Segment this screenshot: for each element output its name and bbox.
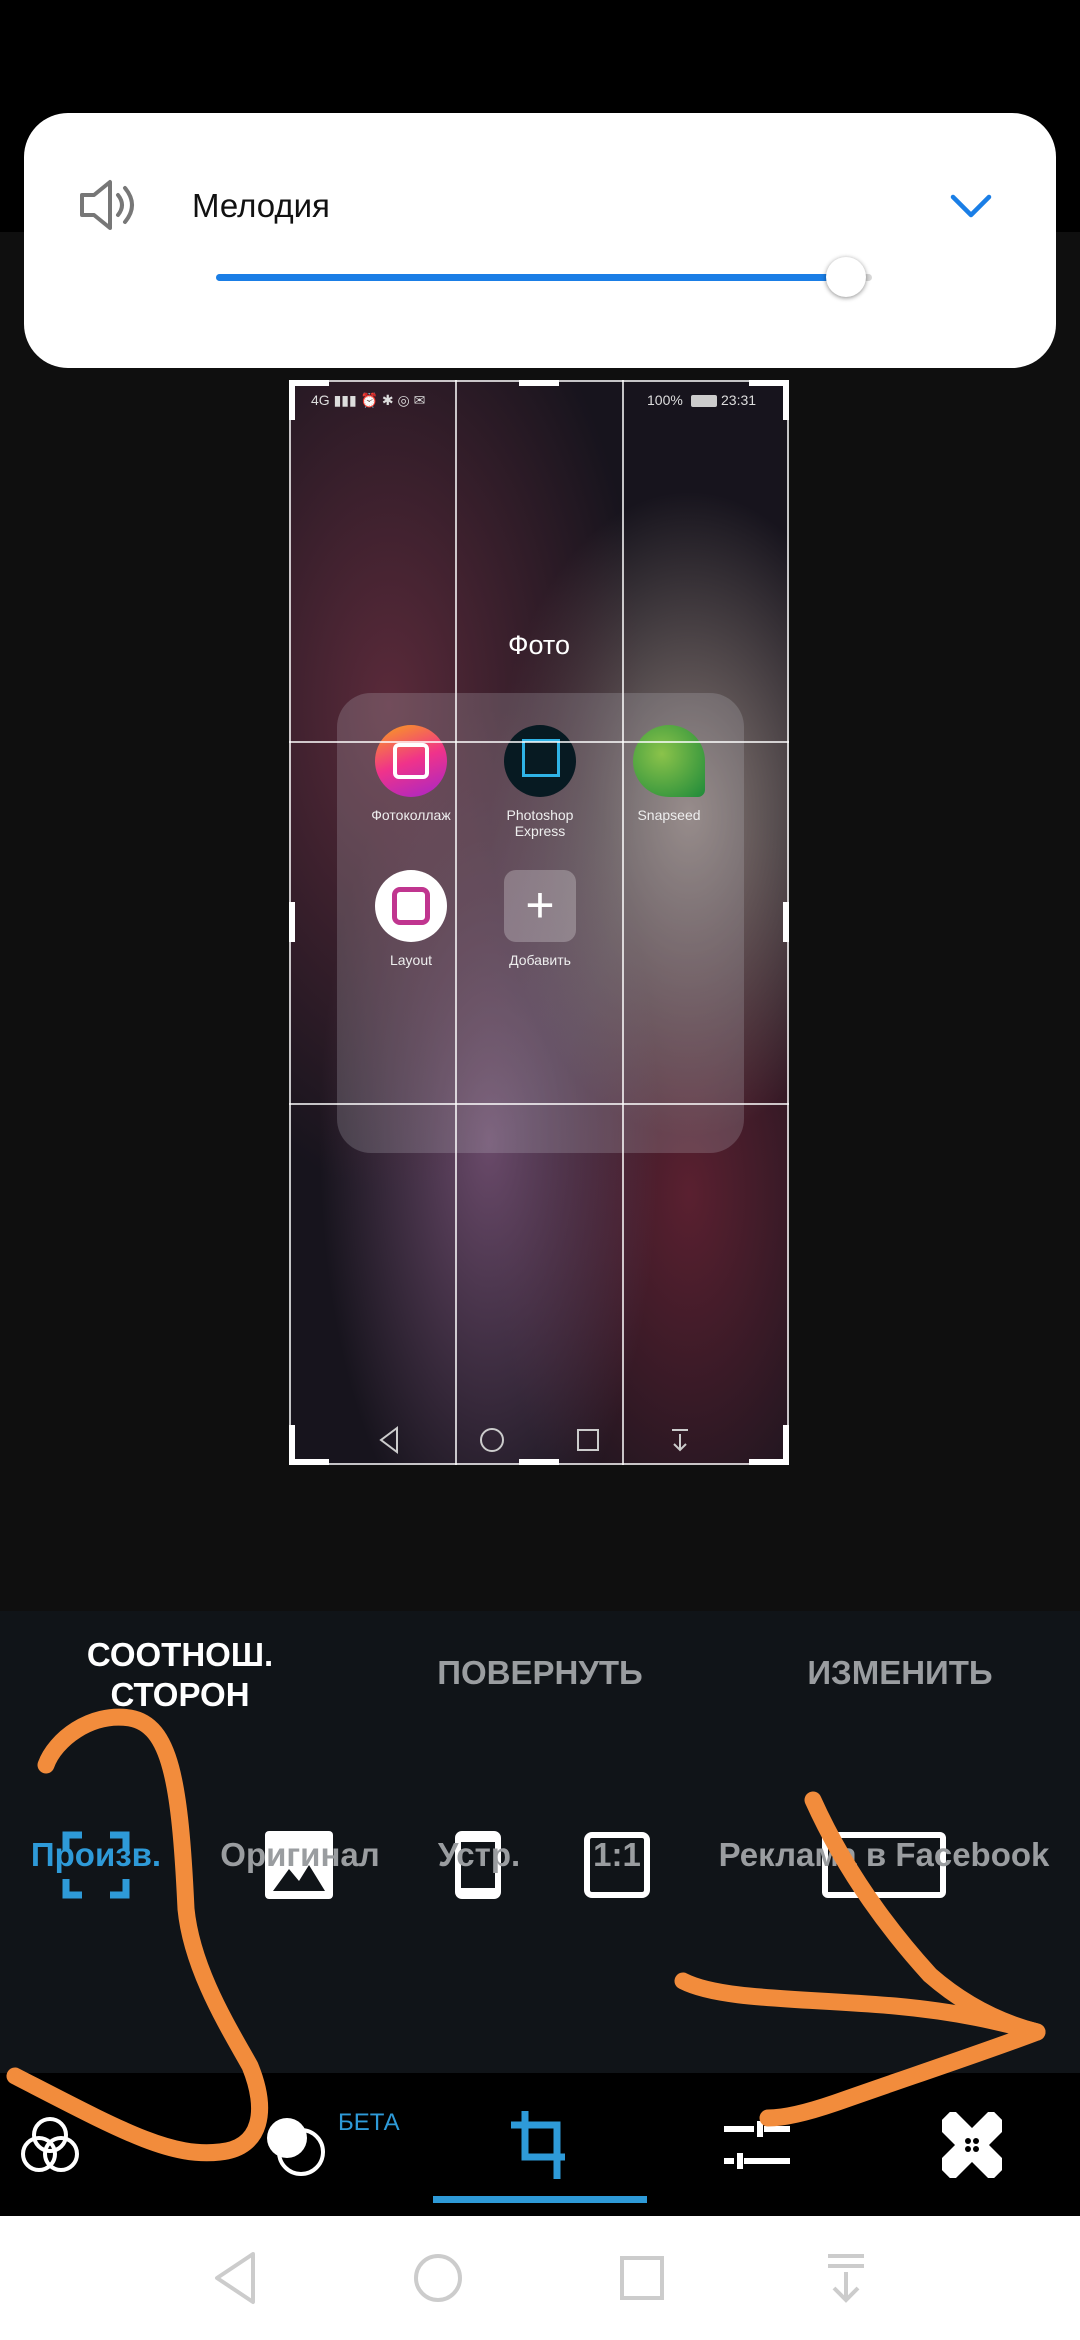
crop-handle-bottom[interactable] — [519, 1459, 559, 1465]
active-tool-indicator — [433, 2196, 647, 2203]
preview-nav-icons — [379, 1426, 688, 1454]
collage-icon — [375, 725, 447, 797]
adjust-icon[interactable] — [722, 2117, 792, 2173]
speaker-icon[interactable] — [76, 173, 140, 237]
tab-aspect-ratio[interactable]: СООТНОШ. СТОРОН — [60, 1635, 300, 1715]
volume-title: Мелодия — [192, 187, 330, 224]
crop-handle-left[interactable] — [289, 902, 295, 942]
option-square[interactable]: 1:1 — [593, 1836, 641, 1874]
back-icon[interactable] — [213, 2250, 257, 2306]
heal-icon[interactable] — [942, 2112, 1002, 2178]
app-label: Photoshop Express — [506, 807, 574, 839]
home-icon[interactable] — [412, 2252, 464, 2304]
clock-text: 23:31 — [721, 392, 757, 408]
crop-handle-top-left[interactable] — [289, 380, 329, 386]
folder-name: Фото — [507, 630, 571, 660]
volume-slider-fill — [216, 274, 846, 281]
option-device[interactable]: Устр. — [438, 1836, 520, 1874]
option-original[interactable]: Оригинал — [220, 1836, 379, 1874]
crop-handle-bottom-right[interactable] — [783, 1425, 789, 1465]
photoshop-icon — [504, 725, 576, 797]
volume-panel: Мелодия — [24, 113, 1056, 368]
editor-toolbar: БЕТА — [0, 2073, 1080, 2216]
tab-resize[interactable]: ИЗМЕНИТЬ — [770, 1653, 1030, 1693]
grid-line — [455, 380, 457, 1465]
option-facebook-ad[interactable]: Реклама в Facebook — [719, 1836, 1050, 1874]
app-label: Фотоколлаж — [371, 807, 451, 823]
layout-icon — [375, 870, 447, 942]
recents-icon[interactable] — [619, 2255, 665, 2301]
plus-icon: + — [504, 870, 576, 942]
crop-handle-bottom-left[interactable] — [289, 1425, 295, 1465]
battery-icon — [691, 395, 717, 407]
volume-slider[interactable] — [216, 257, 872, 297]
crop-options-panel: СООТНОШ. СТОРОН ПОВЕРНУТЬ ИЗМЕНИТЬ Произ… — [0, 1611, 1080, 2073]
crop-handle-top[interactable] — [519, 380, 559, 386]
app-label: Layout — [389, 952, 433, 968]
option-freeform[interactable]: Произв. — [31, 1836, 161, 1874]
tab-rotate[interactable]: ПОВЕРНУТЬ — [400, 1653, 680, 1693]
system-nav-bar — [0, 2216, 1080, 2340]
app-label: Snapseed — [637, 807, 701, 823]
crop-handle-right[interactable] — [783, 902, 789, 942]
chevron-down-icon[interactable] — [949, 191, 993, 221]
grid-line — [289, 741, 789, 743]
crop-handle-top-right[interactable] — [783, 380, 789, 420]
grid-line — [289, 1103, 789, 1105]
crop-handle-bottom-left[interactable] — [289, 1459, 329, 1465]
snapseed-icon — [633, 725, 705, 797]
filters-icon[interactable] — [19, 2114, 81, 2176]
volume-slider-thumb[interactable] — [825, 257, 866, 297]
crop-handle-top-left[interactable] — [289, 380, 295, 420]
blend-icon[interactable] — [263, 2112, 329, 2178]
grid-line — [622, 380, 624, 1465]
beta-badge: БЕТА — [338, 2109, 400, 2136]
crop-icon[interactable] — [509, 2109, 571, 2181]
app-label: Добавить — [509, 952, 571, 968]
status-icons: 4G ▮▮▮ ⏰ ✱ ◎ ✉ — [311, 392, 426, 408]
app-add: + Добавить — [475, 870, 605, 968]
notifications-icon[interactable] — [824, 2252, 868, 2304]
crop-image-preview[interactable]: 4G ▮▮▮ ⏰ ✱ ◎ ✉ 100% 23:31 Фото Фотоколла… — [289, 380, 789, 1465]
battery-text: 100% — [647, 392, 683, 408]
